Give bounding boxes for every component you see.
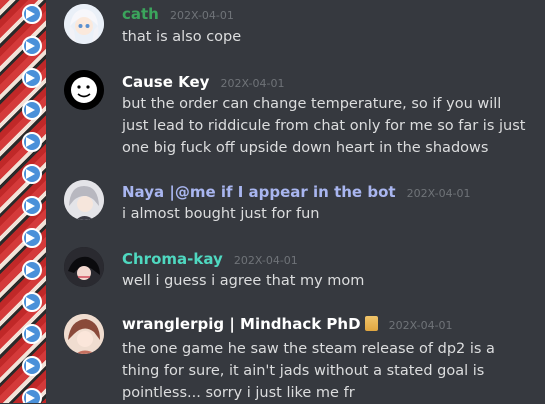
timestamp: 202X-04-01 — [233, 254, 298, 267]
author-name[interactable]: cath — [122, 5, 159, 23]
author-name[interactable]: wranglerpig | Mindhack PhD — [122, 315, 361, 333]
face-icon — [64, 70, 104, 110]
avatar[interactable] — [64, 4, 104, 44]
author-name[interactable]: Chroma-kay — [122, 250, 223, 268]
timestamp: 202X-04-01 — [220, 77, 285, 90]
message-item: Cause Key 202X-04-01 but the order can c… — [0, 66, 545, 166]
message-text: well i guess i agree that my mom — [122, 273, 365, 289]
message-item: cath 202X-04-01 that is also cope — [0, 0, 545, 58]
message-text: the one game he saw the steam release of… — [122, 341, 495, 401]
timestamp: 202X-04-01 — [406, 187, 471, 200]
author-name[interactable]: Cause Key — [122, 73, 209, 91]
message-item: wranglerpig | Mindhack PhD 202X-04-01 th… — [0, 310, 545, 403]
scroll-icon — [364, 316, 378, 331]
anime-avatar-white-hair-icon — [64, 4, 104, 44]
message-text: that is also cope — [122, 29, 242, 45]
author-name[interactable]: Naya |@me if I appear in the bot — [122, 183, 396, 201]
avatar[interactable] — [64, 180, 104, 220]
message-item: Naya |@me if I appear in the bot 202X-04… — [0, 176, 545, 236]
avatar[interactable] — [64, 70, 104, 110]
anime-avatar-brown-hair-icon — [64, 314, 104, 354]
anime-avatar-dark-icon — [64, 247, 104, 287]
message-text: but the order can change temperature, so… — [122, 96, 526, 156]
avatar[interactable] — [64, 314, 104, 354]
message-text: i almost bought just for fun — [122, 206, 320, 222]
timestamp: 202X-04-01 — [169, 9, 234, 22]
anime-avatar-grey-hair-icon — [64, 180, 104, 220]
message-item: Chroma-kay 202X-04-01 well i guess i agr… — [0, 243, 545, 303]
timestamp: 202X-04-01 — [388, 319, 453, 332]
avatar[interactable] — [64, 247, 104, 287]
